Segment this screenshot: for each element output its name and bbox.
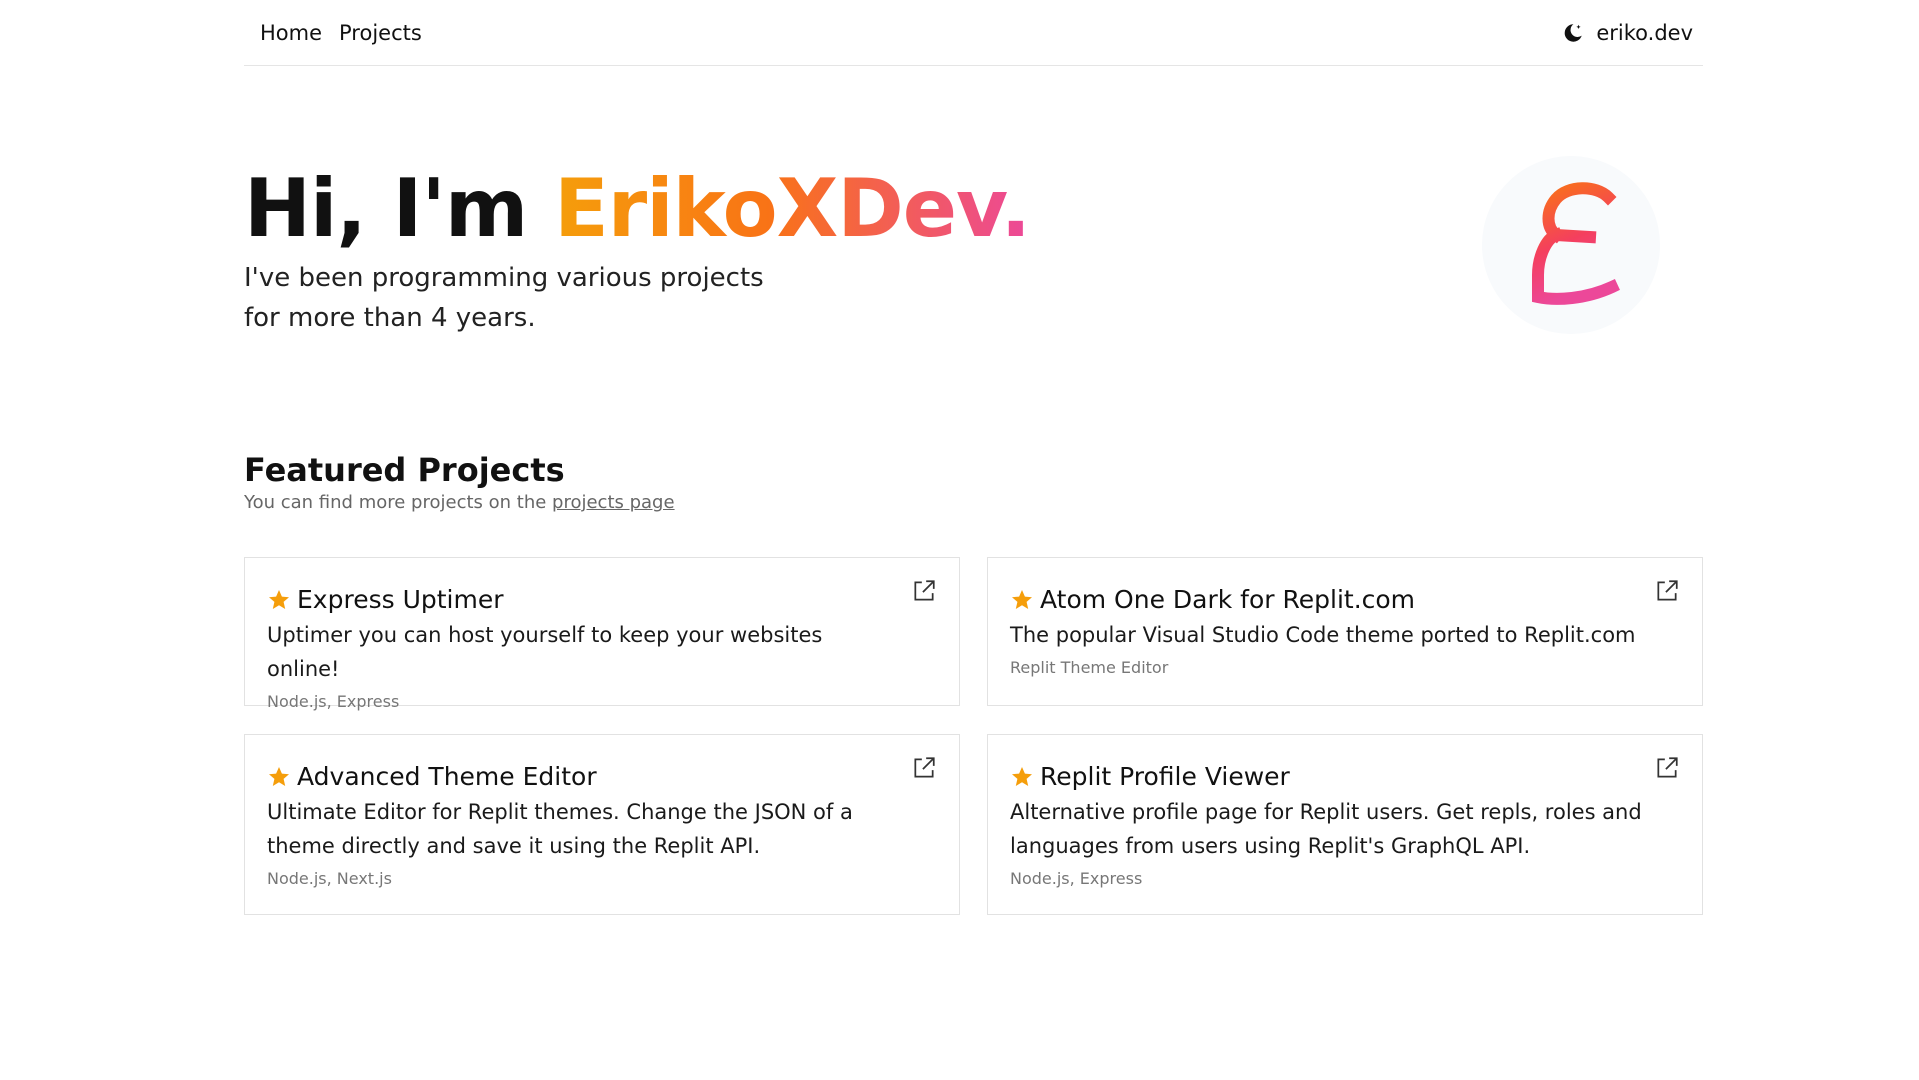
section-title: Featured Projects xyxy=(244,451,565,489)
star-icon xyxy=(1012,590,1032,609)
star-icon xyxy=(1012,767,1032,786)
star-icon xyxy=(269,767,289,786)
card-description: Uptimer you can host yourself to keep yo… xyxy=(267,623,823,681)
card-tags: Node.js, Express xyxy=(1010,869,1143,888)
card-header: Express Uptimer xyxy=(267,584,899,616)
project-card[interactable]: Express Uptimer Uptimer you can host you… xyxy=(244,557,960,711)
project-card[interactable]: Advanced Theme Editor Ultimate Editor fo… xyxy=(244,734,960,915)
star-icon xyxy=(269,590,289,609)
card-title: Atom One Dark for Replit.com xyxy=(1040,585,1416,614)
section-subtitle-text: You can find more projects on the xyxy=(244,492,553,513)
card-header: Atom One Dark for Replit.com xyxy=(1010,584,1642,616)
nav-home-link[interactable]: Home xyxy=(260,21,322,45)
hero-name: ErikoXDev. xyxy=(554,162,1031,255)
page: Home Projects eriko.dev Hi, I'm ErikoXDe… xyxy=(244,0,1703,915)
card-description: Alternative profile page for Replit user… xyxy=(1010,800,1642,858)
featured-section: Featured Projects You can find more proj… xyxy=(244,450,1703,915)
section-subtitle: You can find more projects on the projec… xyxy=(244,492,1703,513)
card-tags: Replit Theme Editor xyxy=(1010,658,1169,677)
nav-projects-link[interactable]: Projects xyxy=(339,21,422,45)
site-brand[interactable]: eriko.dev xyxy=(1596,21,1693,45)
hero: Hi, I'm ErikoXDev. I've been programming… xyxy=(244,66,1703,356)
card-title: Replit Profile Viewer xyxy=(1040,762,1290,791)
hero-title: Hi, I'm ErikoXDev. xyxy=(244,161,1031,257)
card-header: Advanced Theme Editor xyxy=(267,761,899,793)
moon-icon[interactable] xyxy=(1560,20,1586,46)
hero-greeting: Hi, I'm xyxy=(244,162,555,255)
card-title: Advanced Theme Editor xyxy=(297,762,597,791)
external-link-icon[interactable] xyxy=(1654,755,1680,781)
avatar xyxy=(1482,156,1660,334)
nav-right: eriko.dev xyxy=(1560,20,1693,46)
nav-links: Home Projects xyxy=(260,21,422,45)
projects-grid: Express Uptimer Uptimer you can host you… xyxy=(244,557,1703,915)
external-link-icon[interactable] xyxy=(911,578,937,604)
top-nav: Home Projects eriko.dev xyxy=(244,0,1703,66)
projects-page-link[interactable]: projects page xyxy=(552,492,675,513)
avatar-logo xyxy=(1532,182,1620,305)
card-title: Express Uptimer xyxy=(297,585,504,614)
card-tags: Node.js, Next.js xyxy=(267,869,392,888)
card-description: Ultimate Editor for Replit themes. Chang… xyxy=(267,800,853,858)
card-tags: Node.js, Express xyxy=(267,692,400,711)
hero-subtitle: I've been programming various projects f… xyxy=(244,263,764,333)
project-card[interactable]: Atom One Dark for Replit.com The popular… xyxy=(987,557,1703,706)
external-link-icon[interactable] xyxy=(911,755,937,781)
card-header: Replit Profile Viewer xyxy=(1010,761,1642,793)
external-link-icon[interactable] xyxy=(1654,578,1680,604)
card-description: The popular Visual Studio Code theme por… xyxy=(1010,623,1636,647)
project-card[interactable]: Replit Profile Viewer Alternative profil… xyxy=(987,734,1703,915)
